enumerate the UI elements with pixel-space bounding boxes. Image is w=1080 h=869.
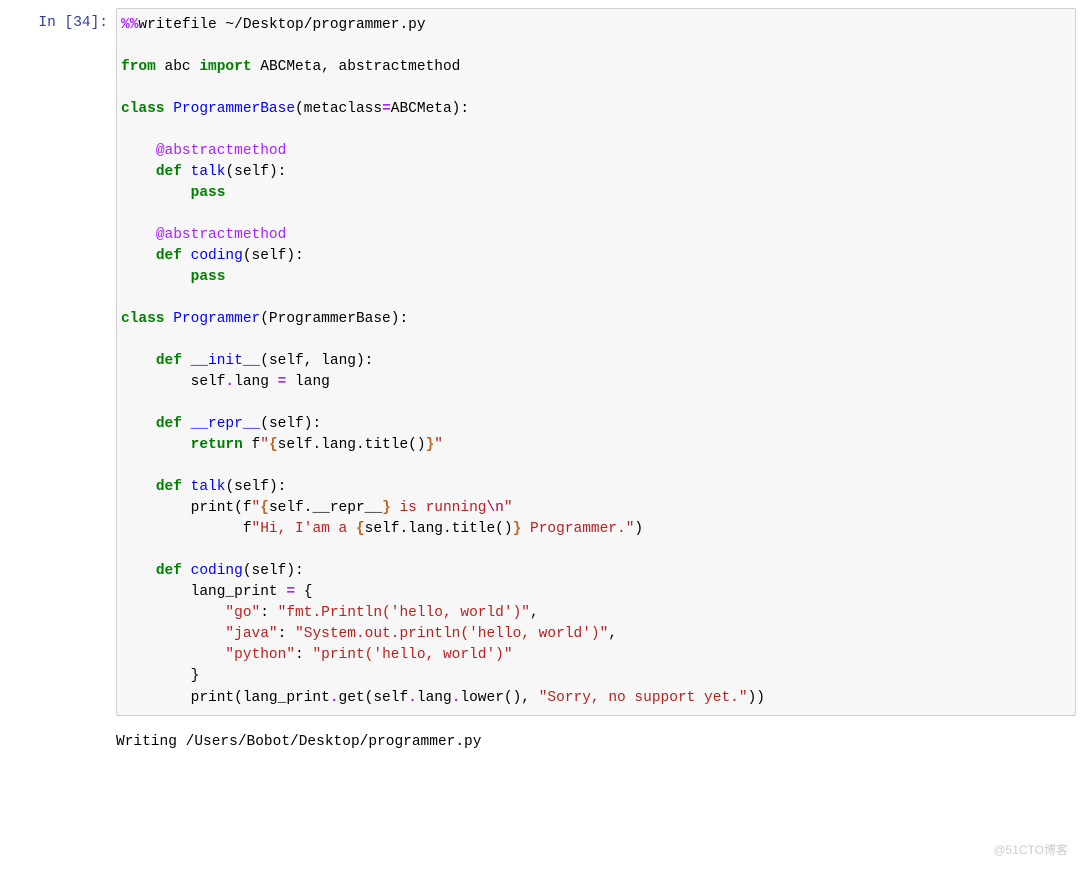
notebook-cell: In [34]: %%writefile ~/Desktop/programme…: [0, 0, 1080, 724]
prompt-in-label: In: [38, 15, 64, 31]
watermark: @51CTO博客: [993, 842, 1068, 859]
cell-output: Writing /Users/Bobot/Desktop/programmer.…: [0, 724, 1080, 763]
prompt-number: 34: [73, 15, 90, 31]
prompt-bracket-open: [: [64, 15, 73, 31]
code-input[interactable]: %%writefile ~/Desktop/programmer.py from…: [116, 8, 1076, 716]
output-text: Writing /Users/Bobot/Desktop/programmer.…: [116, 732, 1076, 753]
prompt-bracket-close: ]:: [91, 15, 108, 31]
input-prompt: In [34]:: [4, 8, 116, 716]
